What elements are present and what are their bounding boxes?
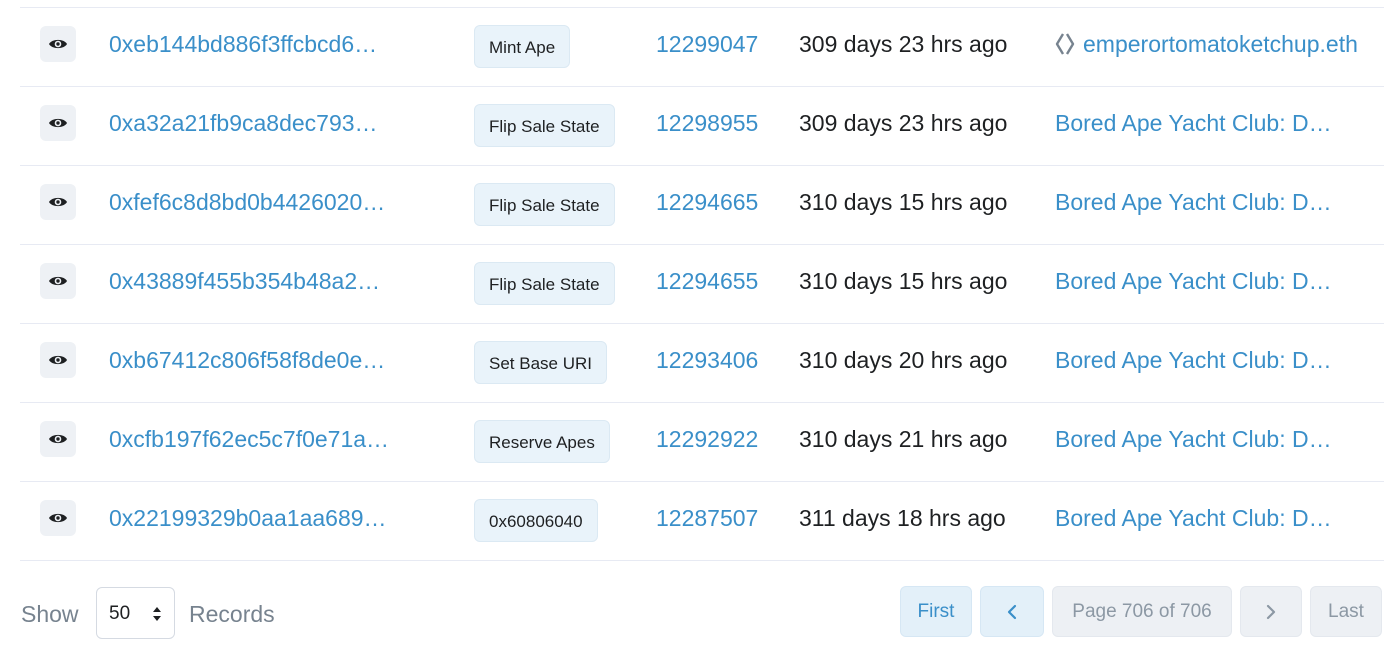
eye-icon	[49, 118, 67, 128]
eye-icon	[49, 513, 67, 523]
txn-hash-link[interactable]: 0xeb144bd886f3ffcbcd6…	[109, 30, 409, 58]
method-badge: Mint Ape	[474, 25, 571, 68]
txn-age: 310 days 15 hrs ago	[799, 189, 1008, 215]
method-badge: Flip Sale State	[474, 262, 615, 305]
eye-icon	[49, 276, 67, 286]
chevron-left-icon	[1007, 604, 1017, 619]
from-address-link[interactable]: Bored Ape Yacht Club: D…	[1055, 188, 1332, 216]
from-address-cell: Bored Ape Yacht Club: D…	[1055, 504, 1332, 532]
block-number-link[interactable]: 12299047	[656, 30, 758, 58]
records-per-page-value: 50	[109, 603, 131, 624]
from-address-link[interactable]: Bored Ape Yacht Club: D…	[1055, 109, 1332, 137]
txn-age: 310 days 20 hrs ago	[799, 347, 1008, 373]
table-row: 0xb67412c806f58f8de0e… Set Base URI 122934…	[20, 324, 1384, 403]
ens-diamond-icon	[1055, 32, 1075, 56]
eye-icon	[49, 39, 67, 49]
eye-icon	[49, 434, 67, 444]
txn-hash-link[interactable]: 0x43889f455b354b48a2…	[109, 267, 409, 295]
view-details-button[interactable]	[40, 105, 76, 141]
table-row: 0x22199329b0aa1aa689… 0x60806040 12287507 3…	[20, 482, 1384, 561]
txn-hash-link[interactable]: 0x22199329b0aa1aa689…	[109, 504, 409, 532]
txn-hash-link[interactable]: 0xa32a21fb9ca8dec793…	[109, 109, 409, 137]
txn-age: 309 days 23 hrs ago	[799, 110, 1008, 136]
method-badge: Flip Sale State	[474, 104, 615, 147]
block-number-link[interactable]: 12287507	[656, 504, 758, 532]
from-address-link[interactable]: emperortomatoketchup.eth	[1083, 30, 1358, 58]
table-row: 0x43889f455b354b48a2… Flip Sale State 1229…	[20, 245, 1384, 324]
show-label: Show	[21, 601, 79, 627]
block-number-link[interactable]: 12293406	[656, 346, 758, 374]
txn-hash-link[interactable]: 0xfef6c8d8bd0b4426020…	[109, 188, 409, 216]
view-details-button[interactable]	[40, 500, 76, 536]
view-details-button[interactable]	[40, 263, 76, 299]
from-address-link[interactable]: Bored Ape Yacht Club: D…	[1055, 504, 1332, 532]
view-details-button[interactable]	[40, 26, 76, 62]
block-number-link[interactable]: 12292922	[656, 425, 758, 453]
view-details-button[interactable]	[40, 421, 76, 457]
view-details-button[interactable]	[40, 184, 76, 220]
table-footer: Show 50 Records First Page 706 of 706 La…	[20, 586, 1384, 640]
view-details-button[interactable]	[40, 342, 76, 378]
chevron-right-icon	[1266, 604, 1276, 619]
eye-icon	[49, 197, 67, 207]
method-badge: Set Base URI	[474, 341, 607, 384]
select-arrows-icon	[152, 605, 162, 628]
from-address-cell: Bored Ape Yacht Club: D…	[1055, 425, 1332, 453]
records-label: Records	[189, 601, 275, 627]
transactions-table: 0xeb144bd886f3ffcbcd6… Mint Ape 12299047 30…	[20, 8, 1384, 561]
eye-icon	[49, 355, 67, 365]
pagination-last-button[interactable]: Last	[1310, 586, 1382, 637]
txn-age: 311 days 18 hrs ago	[799, 505, 1006, 531]
txn-age: 310 days 21 hrs ago	[799, 426, 1008, 452]
from-address-cell: emperortomatoketchup.eth	[1055, 30, 1358, 58]
txn-hash-link[interactable]: 0xb67412c806f58f8de0e…	[109, 346, 409, 374]
from-address-cell: Bored Ape Yacht Club: D…	[1055, 267, 1332, 295]
method-badge: 0x60806040	[474, 499, 598, 542]
block-number-link[interactable]: 12294665	[656, 188, 758, 216]
table-row: 0xeb144bd886f3ffcbcd6… Mint Ape 12299047 30…	[20, 8, 1384, 87]
table-row: 0xfef6c8d8bd0b4426020… Flip Sale State 122…	[20, 166, 1384, 245]
from-address-cell: Bored Ape Yacht Club: D…	[1055, 188, 1332, 216]
records-per-page-select[interactable]: 50	[96, 587, 175, 639]
from-address-cell: Bored Ape Yacht Club: D…	[1055, 109, 1332, 137]
pagination-prev-button[interactable]	[980, 586, 1044, 637]
txn-age: 310 days 15 hrs ago	[799, 268, 1008, 294]
from-address-link[interactable]: Bored Ape Yacht Club: D…	[1055, 346, 1332, 374]
txn-age: 309 days 23 hrs ago	[799, 31, 1008, 57]
method-badge: Flip Sale State	[474, 183, 615, 226]
table-row: 0xa32a21fb9ca8dec793… Flip Sale State 1229…	[20, 87, 1384, 166]
pagination-page-info: Page 706 of 706	[1052, 586, 1232, 637]
pagination-next-button[interactable]	[1240, 586, 1302, 637]
block-number-link[interactable]: 12294655	[656, 267, 758, 295]
method-badge: Reserve Apes	[474, 420, 610, 463]
from-address-cell: Bored Ape Yacht Club: D…	[1055, 346, 1332, 374]
block-number-link[interactable]: 12298955	[656, 109, 758, 137]
from-address-link[interactable]: Bored Ape Yacht Club: D…	[1055, 267, 1332, 295]
pagination-first-button[interactable]: First	[900, 586, 972, 637]
txn-hash-link[interactable]: 0xcfb197f62ec5c7f0e71a…	[109, 425, 409, 453]
table-row: 0xcfb197f62ec5c7f0e71a… Reserve Apes 12292…	[20, 403, 1384, 482]
from-address-link[interactable]: Bored Ape Yacht Club: D…	[1055, 425, 1332, 453]
